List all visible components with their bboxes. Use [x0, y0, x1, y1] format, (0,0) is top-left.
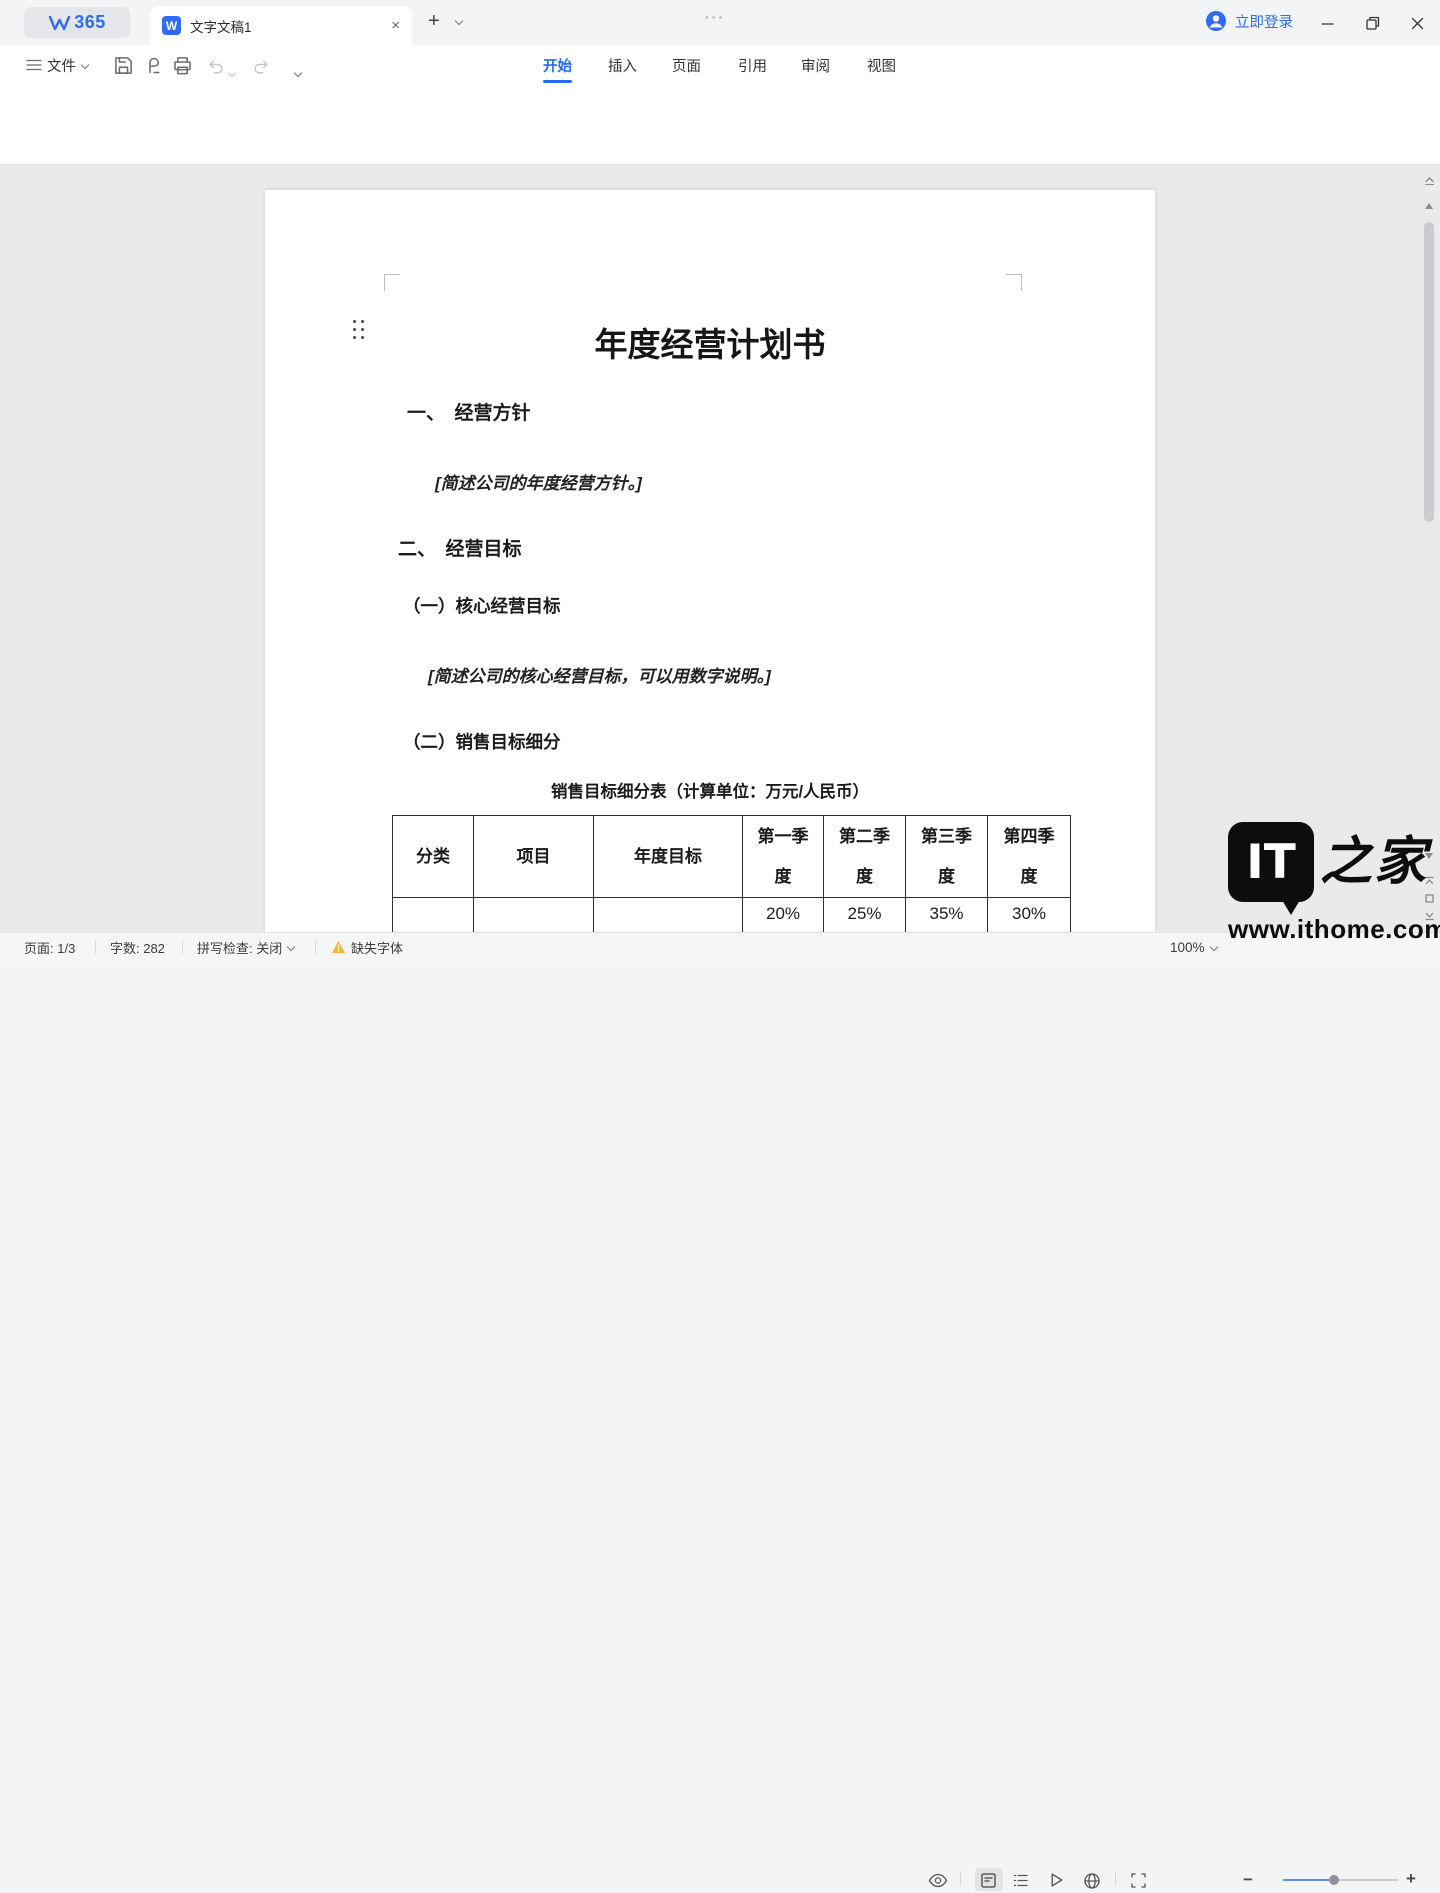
th-q3: 第三季度 [906, 816, 988, 898]
zoom-in-button[interactable]: + [1406, 1869, 1416, 1889]
spell-check-status[interactable]: 拼写检查: 关闭 [197, 933, 295, 961]
th-q2: 第二季度 [824, 816, 906, 898]
avatar-icon [1205, 10, 1227, 32]
table-row: 20% 25% 35% 30% [393, 898, 1071, 933]
ithome-logo: IT [1228, 822, 1314, 902]
minimize-button[interactable] [1316, 12, 1338, 34]
doc-heading-1: 一、 经营方针 [407, 398, 531, 425]
doc-title: 年度经营计划书 [265, 318, 1155, 366]
read-mode-icon[interactable] [928, 1873, 948, 1891]
divider [960, 1872, 961, 1886]
export-pdf-button[interactable] [143, 55, 164, 81]
wps-logo-icon [48, 14, 72, 32]
doc-subheading-2: （二）销售目标细分 [403, 729, 561, 754]
file-menu[interactable]: 文件 [26, 45, 89, 85]
page-view-icon[interactable] [980, 1872, 997, 1892]
tab-home[interactable]: 开始 [543, 45, 572, 85]
page-indicator[interactable]: 页面: 1/3 [24, 933, 75, 961]
new-tab-button[interactable]: + [428, 10, 440, 33]
restore-button[interactable] [1362, 12, 1384, 34]
doc-paragraph-1: [简述公司的年度经营方针。] [435, 469, 642, 494]
tab-insert[interactable]: 插入 [608, 45, 637, 85]
cell-q1: 20% [743, 898, 824, 933]
web-layout-icon[interactable] [1083, 1872, 1101, 1893]
writer-doc-icon: W [162, 16, 181, 35]
cell-q2: 25% [824, 898, 906, 933]
scroll-up-icon[interactable] [1425, 203, 1433, 209]
outline-view-icon[interactable] [1012, 1872, 1030, 1892]
divider [315, 940, 316, 954]
cell-q4: 30% [988, 898, 1071, 933]
th-q4: 第四季度 [988, 816, 1071, 898]
divider [182, 940, 183, 954]
file-menu-label: 文件 [47, 55, 76, 76]
margin-mark-right [1006, 274, 1022, 291]
zoom-slider[interactable] [1283, 1879, 1398, 1881]
divider [1115, 1872, 1116, 1886]
wps-365-logo[interactable]: 365 [24, 7, 130, 38]
word-count[interactable]: 字数: 282 [110, 933, 165, 961]
tab-reference[interactable]: 引用 [738, 45, 767, 85]
login-label: 立即登录 [1235, 11, 1293, 32]
missing-font-label: 缺失字体 [351, 938, 403, 957]
logo-tail [1282, 900, 1300, 915]
margin-mark-left [384, 274, 400, 291]
logo-text: 365 [74, 12, 106, 33]
tab-review[interactable]: 审阅 [801, 45, 830, 85]
redo-button[interactable] [252, 57, 271, 81]
doc-heading-2: 二、 经营目标 [398, 534, 522, 561]
ithome-watermark: IT 之家 www.ithome.com [1228, 822, 1433, 945]
cell-q3: 35% [906, 898, 988, 933]
scrollbar-thumb[interactable] [1424, 222, 1434, 522]
ithome-cn-text: 之家 [1320, 822, 1428, 902]
ribbon-toolbar: 格式刷 粘贴 宋体 二号 A⁺ A⁻ wén 文 B I U A X² A A [0, 85, 1440, 165]
sales-target-table[interactable]: 分类 项目 年度目标 第一季度 第二季度 第三季度 第四季度 20% 25% 3… [392, 815, 1071, 932]
tab-title: 文字文稿1 [190, 16, 391, 36]
tab-view[interactable]: 视图 [867, 45, 896, 85]
undo-chevron-icon[interactable] [228, 69, 236, 77]
spell-check-chevron-icon [287, 943, 295, 951]
zoom-out-button[interactable]: − [1243, 1870, 1253, 1890]
close-window-button[interactable] [1406, 12, 1428, 34]
active-tab-underline [543, 80, 572, 83]
print-button[interactable] [172, 55, 193, 81]
undo-button[interactable] [206, 57, 225, 81]
title-bar: 365 W 文字文稿1 × + ••• 立即登录 [0, 0, 1440, 45]
file-menu-chevron-icon [81, 61, 89, 69]
table-caption: 销售目标细分表（计算单位：万元/人民币） [265, 778, 1155, 802]
ithome-url: www.ithome.com [1228, 914, 1433, 945]
th-category: 分类 [393, 816, 474, 898]
th-item: 项目 [474, 816, 594, 898]
hamburger-icon [26, 58, 42, 72]
zoom-level[interactable]: 100% [1170, 933, 1218, 961]
doc-paragraph-2: [简述公司的核心经营目标，可以用数字说明。] [428, 662, 771, 687]
divider [95, 940, 96, 954]
th-annual-target: 年度目标 [594, 816, 743, 898]
window-drag-dots: ••• [705, 12, 726, 24]
new-tab-chevron-icon[interactable] [455, 17, 463, 25]
th-q1: 第一季度 [743, 816, 824, 898]
login-button[interactable]: 立即登录 [1205, 10, 1293, 32]
fullscreen-icon[interactable] [1130, 1872, 1147, 1892]
doc-subheading-1: （一）核心经营目标 [403, 593, 561, 618]
zoom-slider-handle[interactable] [1329, 1875, 1339, 1885]
close-tab-icon[interactable]: × [391, 17, 400, 34]
play-presentation-icon[interactable] [1048, 1871, 1065, 1892]
missing-font-warning[interactable]: 缺失字体 [331, 933, 403, 961]
tab-page[interactable]: 页面 [672, 45, 701, 85]
document-canvas[interactable]: 年度经营计划书 一、 经营方针 [简述公司的年度经营方针。] 二、 经营目标 （… [0, 165, 1440, 932]
table-header-row: 分类 项目 年度目标 第一季度 第二季度 第三季度 第四季度 [393, 816, 1071, 898]
warning-icon [331, 940, 346, 954]
save-button[interactable] [113, 55, 134, 81]
document-page[interactable]: 年度经营计划书 一、 经营方针 [简述公司的年度经营方针。] 二、 经营目标 （… [265, 190, 1155, 932]
collapse-ribbon-icon[interactable] [1423, 173, 1436, 191]
status-bar: 页面: 1/3 字数: 282 拼写检查: 关闭 缺失字体 100% − + [0, 932, 1440, 961]
zoom-slider-fill [1283, 1879, 1333, 1881]
menu-bar: 文件 开始 插入 页面 引用 审阅 视图 [0, 45, 1440, 85]
zoom-chevron-icon [1210, 943, 1218, 951]
document-tab[interactable]: W 文字文稿1 × [150, 6, 412, 45]
vertical-scrollbar[interactable] [1421, 165, 1438, 932]
qat-customize-chevron-icon[interactable] [294, 69, 302, 77]
